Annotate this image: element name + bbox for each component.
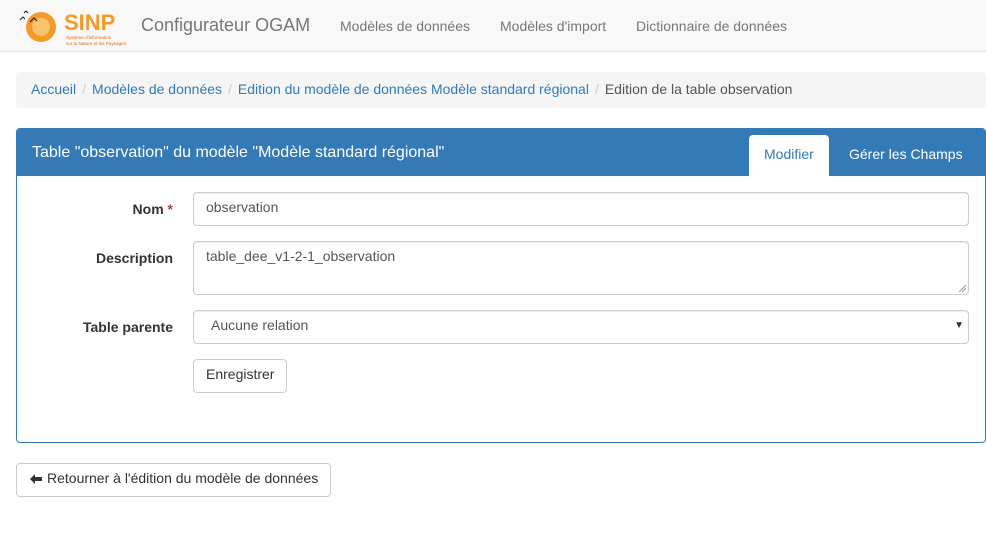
- back-button[interactable]: Retourner à l'édition du modèle de donné…: [16, 463, 331, 497]
- back-button-label: Retourner à l'édition du modèle de donné…: [47, 470, 319, 486]
- breadcrumb-current: Edition de la table observation: [604, 81, 793, 97]
- nav-modeles-donnees[interactable]: Modèles de données: [340, 18, 470, 34]
- sinp-logo[interactable]: SINP Système d'information sur la Nature…: [16, 4, 128, 50]
- breadcrumb-separator: /: [594, 81, 599, 97]
- enregistrer-button[interactable]: Enregistrer: [193, 359, 288, 393]
- chevron-down-icon: ▼: [954, 320, 964, 331]
- top-navbar: SINP Système d'information sur la Nature…: [0, 0, 986, 52]
- parent-label: Table parente: [83, 319, 173, 335]
- table-edit-panel: Table "observation" du modèle "Modèle st…: [16, 128, 986, 443]
- nom-input[interactable]: observation: [193, 192, 969, 226]
- resize-handle-icon[interactable]: [958, 284, 966, 292]
- nom-label: Nom *: [132, 201, 173, 217]
- description-label: Description: [95, 250, 173, 266]
- breadcrumb-accueil[interactable]: Accueil: [31, 81, 76, 97]
- parent-select[interactable]: Aucune relation ▼: [193, 310, 969, 344]
- svg-text:Système d'information: Système d'information: [66, 35, 112, 40]
- breadcrumb-edition-modele[interactable]: Edition du modèle de données Modèle stan…: [238, 81, 589, 97]
- tab-modifier[interactable]: Modifier: [749, 135, 829, 176]
- breadcrumb-separator: /: [82, 81, 87, 97]
- required-mark: *: [167, 201, 173, 217]
- svg-text:SINP: SINP: [64, 10, 115, 35]
- svg-text:sur la Nature et les Paysages: sur la Nature et les Paysages: [66, 41, 127, 46]
- nav-modeles-import[interactable]: Modèles d'import: [500, 18, 606, 34]
- breadcrumb-separator: /: [228, 81, 232, 97]
- panel-heading: Table "observation" du modèle "Modèle st…: [17, 129, 985, 176]
- tab-gerer-champs[interactable]: Gérer les Champs: [834, 135, 978, 176]
- app-brand[interactable]: Configurateur OGAM: [141, 15, 310, 36]
- description-textarea[interactable]: table_dee_v1-2-1_observation: [193, 241, 969, 295]
- breadcrumb: Accueil / Modèles de données / Edition du mo…: [16, 72, 986, 108]
- panel-title: Table "observation" du modèle "Modèle st…: [32, 144, 445, 161]
- nav-dictionnaire[interactable]: Dictionnaire de données: [636, 18, 787, 34]
- breadcrumb-modeles[interactable]: Modèles de données: [92, 81, 222, 97]
- arrow-left-icon: [30, 474, 42, 485]
